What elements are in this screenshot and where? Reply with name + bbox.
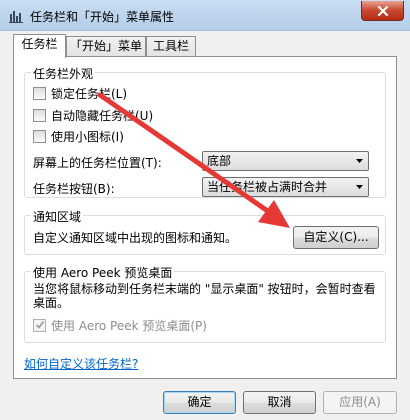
auto-hide-label: 自动隐藏任务栏(U): [51, 108, 154, 123]
notification-group: 通知区域 自定义通知区域中出现的图标和通知。 自定义(C)...: [24, 208, 386, 255]
chevron-down-icon: [356, 185, 363, 189]
taskbar-location-label: 屏幕上的任务栏位置(T):: [33, 156, 162, 170]
auto-hide-checkbox[interactable]: [33, 108, 46, 122]
aero-peek-group-title: 使用 Aero Peek 预览桌面: [31, 264, 175, 281]
close-icon: [377, 5, 388, 16]
taskbar-buttons-value: 当任务栏被占满时合并: [207, 180, 328, 194]
customize-button[interactable]: 自定义(C)...: [293, 226, 379, 249]
apply-button: 应用(A): [323, 391, 397, 414]
aero-peek-label: 使用 Aero Peek 预览桌面(P): [51, 318, 207, 333]
window-title: 任务栏和「开始」菜单属性: [30, 10, 175, 24]
customize-taskbar-help-link[interactable]: 如何自定义该任务栏?: [24, 355, 138, 372]
taskbar-buttons-label: 任务栏按钮(B):: [33, 182, 115, 196]
cancel-button[interactable]: 取消: [243, 391, 316, 414]
aero-peek-checkbox: [33, 318, 46, 332]
appearance-group-title: 任务栏外观: [31, 65, 96, 82]
tab-start-menu[interactable]: 「开始」菜单: [66, 36, 146, 56]
close-button[interactable]: [361, 1, 404, 21]
lock-taskbar-option[interactable]: 锁定任务栏(L): [33, 85, 127, 101]
title-bar[interactable]: 任务栏和「开始」菜单属性: [0, 0, 410, 31]
checkmark-icon: [35, 320, 45, 329]
taskbar-buttons-select[interactable]: 当任务栏被占满时合并: [202, 177, 369, 197]
lock-taskbar-label: 锁定任务栏(L): [51, 86, 128, 101]
notification-group-title: 通知区域: [31, 208, 84, 225]
taskbar-app-icon: [9, 11, 23, 23]
notification-description: 自定义通知区域中出现的图标和通知。: [33, 231, 238, 245]
appearance-group: 任务栏外观 锁定任务栏(L) 自动隐藏任务栏(U) 使用小图标(I) 屏幕上的任…: [24, 65, 386, 198]
taskbar-location-value: 底部: [207, 154, 232, 168]
small-icons-option[interactable]: 使用小图标(I): [33, 128, 124, 144]
auto-hide-option[interactable]: 自动隐藏任务栏(U): [33, 107, 153, 123]
taskbar-location-select[interactable]: 底部: [202, 151, 369, 171]
tab-panel-taskbar: 任务栏外观 锁定任务栏(L) 自动隐藏任务栏(U) 使用小图标(I) 屏幕上的任…: [13, 56, 397, 379]
small-icons-label: 使用小图标(I): [51, 129, 124, 144]
small-icons-checkbox[interactable]: [33, 129, 46, 143]
tab-taskbar[interactable]: 任务栏: [13, 34, 66, 58]
lock-taskbar-checkbox[interactable]: [33, 86, 46, 100]
aero-peek-group: 使用 Aero Peek 预览桌面 当您将鼠标移动到任务栏末端的 "显示桌面" …: [24, 264, 386, 343]
aero-peek-option: 使用 Aero Peek 预览桌面(P): [33, 317, 207, 333]
chevron-down-icon: [356, 159, 363, 163]
tab-toolbars[interactable]: 工具栏: [146, 36, 196, 56]
aero-peek-description: 当您将鼠标移动到任务栏末端的 "显示桌面" 按钮时，会暂时查看桌面。: [33, 282, 376, 310]
ok-button[interactable]: 确定: [163, 391, 236, 414]
properties-window: 任务栏和「开始」菜单属性 任务栏 「开始」菜单 工具栏 任务栏外观 锁定任务栏(…: [0, 0, 410, 420]
